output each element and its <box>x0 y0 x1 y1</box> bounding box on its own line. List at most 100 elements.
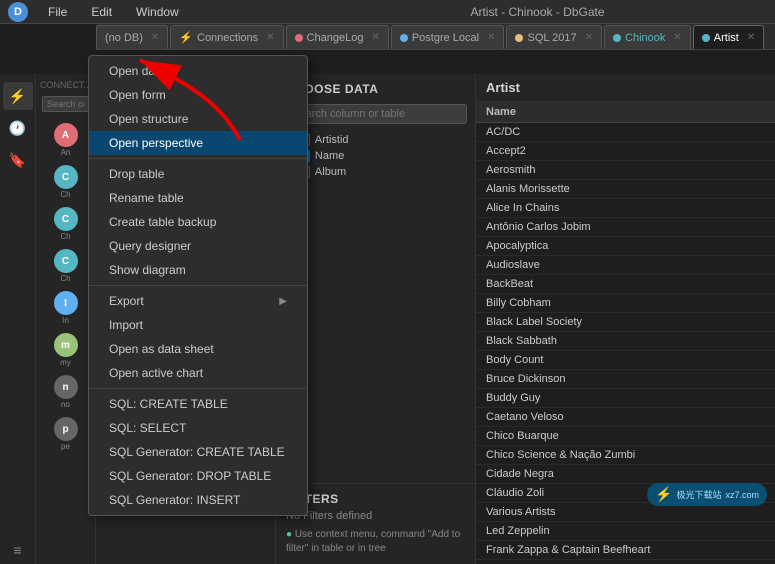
menu-separator <box>89 285 307 286</box>
conn-search-input[interactable] <box>42 96 89 112</box>
conn-search-wrapper <box>38 94 93 114</box>
menu-item[interactable]: Open as data sheet <box>89 337 307 361</box>
menu-item[interactable]: Open form <box>89 83 307 107</box>
col-item-artistid[interactable]: ▶ Artistid <box>282 132 469 148</box>
context-menu: Open dataOpen formOpen structureOpen per… <box>88 55 308 516</box>
tab-sql2017-label: SQL 2017 <box>527 32 576 44</box>
menu-item[interactable]: Drop table <box>89 162 307 186</box>
conn-item-ch1[interactable]: C Ch <box>38 162 93 202</box>
conn-dot-an: A <box>54 123 78 147</box>
conn-item-no[interactable]: n no <box>38 372 93 412</box>
menu-item[interactable]: Open structure <box>89 107 307 131</box>
tab-chinook[interactable]: Chinook ✕ <box>604 25 691 49</box>
table-row: Led Zeppelin <box>476 522 775 541</box>
tab-changelog-label: ChangeLog <box>307 32 364 44</box>
col-item-name[interactable]: ▶ ✓ Name <box>282 148 469 164</box>
menu-item[interactable]: Query designer <box>89 234 307 258</box>
tab-nodb[interactable]: (no DB) ✕ <box>96 25 168 49</box>
conn-name-in: In <box>62 316 69 325</box>
tab-bar: (no DB) ✕ ⚡ Connections ✕ ChangeLog ✕ Po… <box>96 24 775 50</box>
icon-sidebar: ⚡ 🕐 🔖 ≡ <box>0 74 36 564</box>
menu-file[interactable]: File <box>44 3 71 21</box>
menu-item[interactable]: SQL: CREATE TABLE <box>89 392 307 416</box>
title-bar: Artist - Chinook - DbGate <box>300 0 775 24</box>
tab-changelog[interactable]: ChangeLog ✕ <box>286 25 389 49</box>
submenu-arrow-icon: ▶ <box>279 296 287 307</box>
tab-artist[interactable]: Artist ✕ <box>693 25 764 49</box>
tab-chinook-close[interactable]: ✕ <box>673 32 681 43</box>
sidebar-bookmarks-icon[interactable]: 🔖 <box>3 146 33 174</box>
sidebar-connections-icon[interactable]: ⚡ <box>3 82 33 110</box>
watermark: ⚡ 极光下载站 xz7.com <box>647 483 767 506</box>
menu-item[interactable]: SQL Generator: CREATE TABLE <box>89 440 307 464</box>
menu-item[interactable]: Import <box>89 313 307 337</box>
conn-name-my: my <box>60 358 71 367</box>
watermark-icon: ⚡ <box>655 486 672 503</box>
conn-item-ch3[interactable]: C Ch <box>38 246 93 286</box>
conn-dot-ch1: C <box>54 165 78 189</box>
artistid-name: Artistid <box>315 134 349 146</box>
conn-item-an[interactable]: A An <box>38 120 93 160</box>
menu-item[interactable]: Export▶ <box>89 289 307 313</box>
conn-dot-in: I <box>54 291 78 315</box>
menu-edit[interactable]: Edit <box>87 3 116 21</box>
table-row: Black Sabbath <box>476 332 775 351</box>
conn-item-pe[interactable]: p pe <box>38 414 93 454</box>
conn-name-pe: pe <box>61 442 70 451</box>
menu-bar: D File Edit Window Artist - Chinook - Db… <box>0 0 775 24</box>
table-row: Billy Cobham <box>476 294 775 313</box>
conn-name-an: An <box>61 148 71 157</box>
menu-item[interactable]: Open active chart <box>89 361 307 385</box>
conn-dot-no: n <box>54 375 78 399</box>
conn-dot-pe: p <box>54 417 78 441</box>
conn-item-in[interactable]: I In <box>38 288 93 328</box>
conn-dot-ch2: C <box>54 207 78 231</box>
table-row: Alanis Morissette <box>476 180 775 199</box>
app-logo: D <box>8 2 28 22</box>
sidebar-layers-icon[interactable]: ≡ <box>3 536 33 564</box>
conn-name-ch3: Ch <box>60 274 70 283</box>
changelog-dot <box>295 34 303 42</box>
postgre-dot <box>400 34 408 42</box>
connections-icon: ⚡ <box>179 31 193 44</box>
menu-separator <box>89 158 307 159</box>
sidebar-bottom: ≡ <box>3 536 33 564</box>
menu-item[interactable]: Rename table <box>89 186 307 210</box>
menu-window[interactable]: Window <box>132 3 183 21</box>
tab-postgre[interactable]: Postgre Local ✕ <box>391 25 505 49</box>
tab-postgre-label: Postgre Local <box>412 32 479 44</box>
menu-item[interactable]: SQL Generator: INSERT <box>89 488 307 512</box>
conn-name-ch1: Ch <box>60 190 70 199</box>
tab-connections-close[interactable]: ✕ <box>266 32 274 43</box>
tab-sql2017[interactable]: SQL 2017 ✕ <box>506 25 602 49</box>
conn-dot-my: m <box>54 333 78 357</box>
tab-connections-label: Connections <box>197 32 258 44</box>
menu-item[interactable]: Open data <box>89 59 307 83</box>
menu-item[interactable]: SQL: SELECT <box>89 416 307 440</box>
choose-data-input[interactable] <box>284 104 467 124</box>
table-row: Caetano Veloso <box>476 408 775 427</box>
tab-artist-label: Artist <box>714 32 739 44</box>
table-row: Black Label Society <box>476 313 775 332</box>
watermark-subtext: xz7.com <box>725 490 759 500</box>
table-row: AC/DC <box>476 123 775 142</box>
conn-item-ch2[interactable]: C Ch <box>38 204 93 244</box>
tab-nodb-close[interactable]: ✕ <box>151 32 159 43</box>
menu-item[interactable]: Open perspective <box>89 131 307 155</box>
connections-label: CONNECT... <box>38 78 93 92</box>
tab-sql2017-close[interactable]: ✕ <box>585 32 593 43</box>
filters-title: FILTERS <box>286 492 465 506</box>
tab-artist-close[interactable]: ✕ <box>747 32 755 43</box>
tab-postgre-close[interactable]: ✕ <box>487 32 495 43</box>
tab-changelog-close[interactable]: ✕ <box>371 32 379 43</box>
conn-item-my[interactable]: m my <box>38 330 93 370</box>
info-icon: ● <box>286 529 292 540</box>
col-item-album[interactable]: ▶ Album <box>282 164 469 180</box>
menu-item[interactable]: Create table backup <box>89 210 307 234</box>
tab-connections[interactable]: ⚡ Connections ✕ <box>170 25 283 49</box>
menu-item[interactable]: Show diagram <box>89 258 307 282</box>
watermark-text: 极光下载站 <box>676 488 721 501</box>
sidebar-history-icon[interactable]: 🕐 <box>3 114 33 142</box>
menu-item[interactable]: SQL Generator: DROP TABLE <box>89 464 307 488</box>
tab-nodb-label: (no DB) <box>105 32 143 44</box>
